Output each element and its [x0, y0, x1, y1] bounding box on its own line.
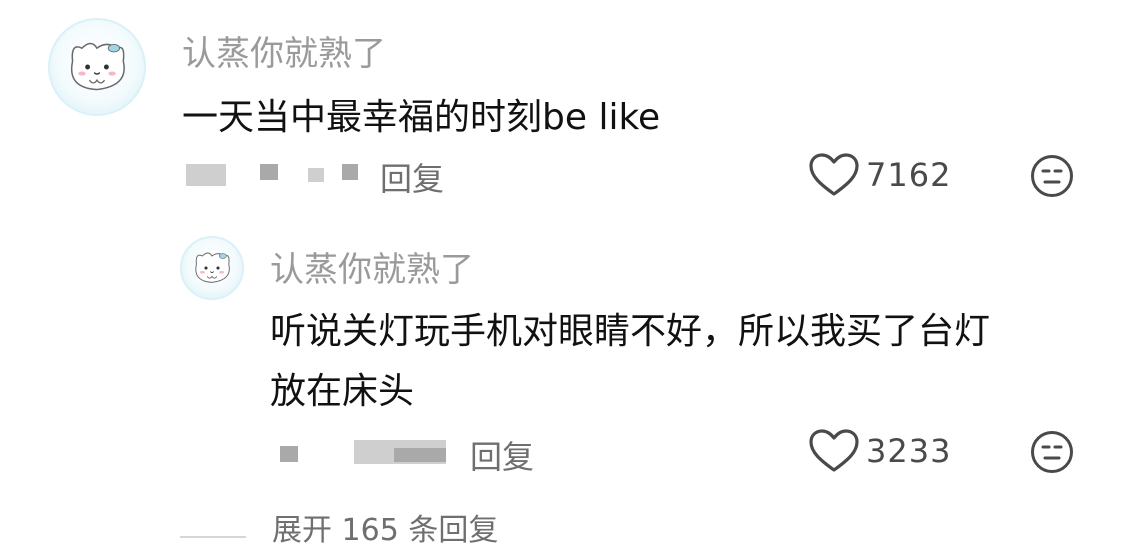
reply-meta: 回复	[270, 432, 570, 476]
comment-dislike-button[interactable]	[1030, 154, 1074, 198]
blurred-meta	[342, 164, 358, 180]
blurred-meta	[186, 164, 226, 186]
expand-replies-label: 展开 165 条回复	[272, 513, 499, 548]
comment-avatar[interactable]	[48, 18, 146, 116]
heart-outline-icon	[809, 153, 859, 196]
reply-dislike-button[interactable]	[1030, 430, 1074, 474]
comment-like-count: 7162	[866, 156, 952, 194]
meh-face-icon	[1031, 155, 1073, 197]
comment-reply-button[interactable]: 回复	[380, 154, 444, 200]
blurred-meta	[260, 164, 278, 180]
reply-avatar[interactable]	[180, 236, 244, 300]
heart-outline-icon	[809, 429, 859, 472]
comment-like-button[interactable]: 7162	[808, 152, 951, 198]
expand-replies-button[interactable]: 展开 165 条回复	[180, 505, 498, 549]
blurred-meta	[394, 448, 446, 462]
cat-avatar-icon	[70, 42, 125, 91]
blurred-meta	[280, 446, 298, 462]
reply-text-line-1: 听说关灯玩手机对眼睛不好，所以我买了台灯	[270, 311, 991, 352]
reply-reply-button[interactable]: 回复	[470, 432, 534, 478]
comment-text: 一天当中最幸福的时刻be like	[182, 97, 661, 138]
cat-avatar-icon	[195, 252, 230, 283]
reply-like-count: 3233	[866, 432, 952, 470]
blurred-meta	[308, 168, 324, 182]
expand-divider	[180, 536, 246, 538]
reply-username[interactable]: 认蒸你就熟了	[270, 242, 474, 291]
comment-username[interactable]: 认蒸你就熟了	[182, 26, 386, 75]
reply-text-line-2: 放在床头	[270, 371, 415, 412]
meh-face-icon	[1031, 431, 1073, 473]
reply-like-button[interactable]: 3233	[808, 428, 951, 474]
